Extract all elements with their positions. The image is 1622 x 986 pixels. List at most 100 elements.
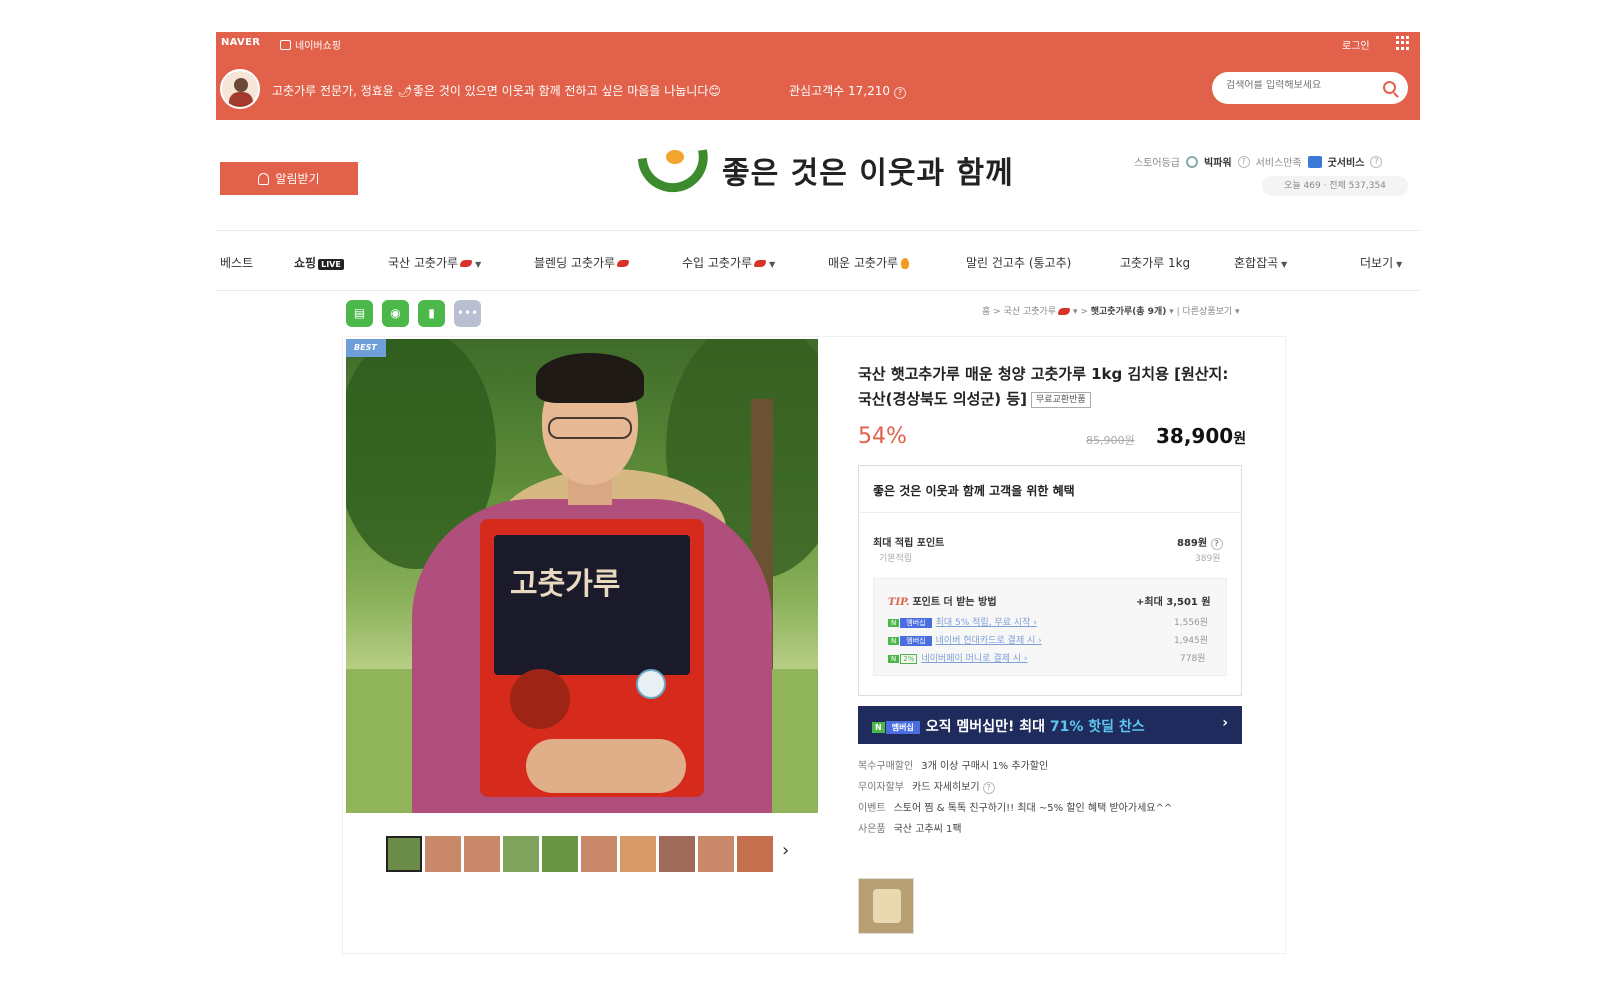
store-top-header: NAVER 네이버쇼핑 로그인 고춧가루 전문가, 정효윤 🌶좋은 것이 있으면…: [216, 32, 1420, 120]
nav-item-domestic[interactable]: 국산 고춧가루 ▼: [388, 254, 481, 271]
pepper-icon: [1058, 308, 1071, 315]
point-tip-box: TIP. 포인트 더 받는 방법 +최대 3,501 원 N 멤버십 최대 5% 적립…: [873, 578, 1227, 676]
tip-max-point: +최대 3,501 원: [1136, 597, 1211, 608]
bookmark-icon[interactable]: ▮: [418, 300, 445, 327]
basic-point-value: 389원: [1195, 554, 1221, 564]
extra-multi-discount: 복수구매할인 3개 이상 구매시 1% 추가할인: [858, 761, 1049, 772]
store-description: 고춧가루 전문가, 정효윤 🌶좋은 것이 있으면 이웃과 함께 전하고 싶은 마…: [272, 84, 721, 98]
membership-badge: 멤버십: [885, 720, 920, 734]
breadcrumb-subcategory[interactable]: 햇고춧가루(총 9개): [1091, 307, 1167, 317]
grade-label: 스토어등급: [1134, 158, 1180, 169]
login-link[interactable]: 로그인: [1342, 37, 1370, 52]
alarm-button-label: 알림받기: [275, 172, 320, 186]
more-icon[interactable]: •••: [454, 300, 481, 327]
thumbnail[interactable]: [659, 836, 695, 872]
product-main-image[interactable]: 고춧가루: [346, 339, 818, 813]
grade-badge-icon: [1186, 155, 1198, 168]
sale-price-value: 38,900: [1156, 424, 1234, 448]
bookmark-store-icon[interactable]: ◉: [382, 300, 409, 327]
follower-count-text: 관심고객수 17,210: [789, 84, 891, 98]
tip-link-membership[interactable]: N 멤버십 최대 5% 적립, 무료 시작 ›: [888, 615, 1037, 628]
max-point-value: 889원 ?: [1177, 534, 1223, 550]
nav-item-1kg[interactable]: 고춧가루 1kg: [1120, 254, 1190, 271]
sale-price-unit: 원: [1233, 431, 1247, 447]
brand-name: 좋은 것은 이웃과 함께: [722, 156, 1014, 191]
chevron-down-icon: ▼: [1281, 260, 1288, 269]
chevron-right-icon: ›: [1222, 715, 1228, 731]
tip-link-card[interactable]: N 멤버십 네이버 현대카드로 결제 시 ›: [888, 633, 1042, 646]
nav-item-more[interactable]: 더보기 ▼: [1360, 254, 1402, 271]
nav-item-blending[interactable]: 블렌딩 고춧가루: [534, 254, 630, 271]
membership-text: 오직 멤버십만! 최대: [925, 719, 1050, 735]
product-title: 국산 햇고추가루 매운 청양 고춧가루 1kg 김치용 [원산지:국산(경상북도…: [858, 362, 1238, 412]
thumbnail-strip: [386, 836, 773, 872]
thumbnail[interactable]: [425, 836, 461, 872]
extra-installment: 무이자할부 카드 자세히보기 ?: [858, 778, 995, 794]
chevron-down-icon: ▼: [769, 260, 776, 269]
category-nav: 베스트 쇼핑 LIVE 국산 고춧가루 ▼ 블렌딩 고춧가루 수입 고춧가루 ▼ 매운…: [216, 250, 1420, 280]
nav-item-best[interactable]: 베스트: [220, 254, 253, 271]
card-detail-link[interactable]: 카드 자세히보기: [912, 782, 980, 793]
store-grade: 스토어등급 빅파워 ? 서비스만족 굿서비스 ?: [1134, 154, 1383, 169]
thumbnail[interactable]: [581, 836, 617, 872]
tip-value: 1,556원: [1174, 618, 1209, 628]
benefit-box: 좋은 것은 이웃과 함께 고객을 위한 혜택 최대 적립 포인트 889원 ? …: [858, 465, 1242, 696]
thumbnail[interactable]: [464, 836, 500, 872]
chevron-right-icon[interactable]: ›: [782, 840, 789, 861]
live-badge: LIVE: [318, 259, 344, 270]
help-icon[interactable]: ?: [1210, 538, 1223, 550]
membership-banner[interactable]: N 멤버십 오직 멤버십만! 최대 71% 핫딜 찬스 ›: [858, 706, 1242, 744]
alarm-button[interactable]: 알림받기: [220, 162, 358, 195]
help-icon[interactable]: ?: [1237, 155, 1250, 168]
thumbnail[interactable]: [737, 836, 773, 872]
thumbnail[interactable]: [698, 836, 734, 872]
store-search[interactable]: [1212, 72, 1408, 104]
free-return-badge: 무료교환반품: [1031, 391, 1091, 408]
help-icon[interactable]: ?: [894, 87, 907, 99]
naver-logo[interactable]: NAVER: [221, 37, 260, 48]
nav-item-dried[interactable]: 말린 건고추 (통고추): [966, 254, 1071, 271]
help-icon[interactable]: ?: [1370, 155, 1383, 168]
divider: [216, 230, 1420, 231]
breadcrumb: 홈 > 국산 고춧가루 ▾ > 햇고춧가루(총 9개) ▾ | 다른상품보기 ▾: [982, 307, 1240, 317]
max-point-label: 최대 적립 포인트: [873, 538, 945, 549]
breadcrumb-category[interactable]: 국산 고춧가루: [1004, 307, 1057, 317]
store-brand[interactable]: 좋은 것은 이웃과 함께: [636, 148, 1014, 197]
thumbnail[interactable]: [386, 836, 422, 872]
help-icon[interactable]: ?: [982, 782, 995, 794]
search-input[interactable]: [1226, 80, 1376, 91]
tip-value: 1,945원: [1174, 636, 1209, 646]
search-icon[interactable]: [1383, 81, 1396, 94]
extra-event: 이벤트 스토어 찜 & 톡톡 친구하기!! 최대 ~5% 할인 혜택 받아가세요^…: [858, 803, 1173, 814]
thumbnail[interactable]: [503, 836, 539, 872]
breadcrumb-home[interactable]: 홈: [982, 307, 990, 317]
chevron-down-icon: ▼: [475, 260, 482, 269]
bell-icon: [258, 172, 270, 185]
tip-value: 778원: [1180, 654, 1206, 664]
gift-image[interactable]: [858, 878, 914, 934]
naver-shopping-label: 네이버쇼핑: [295, 41, 341, 52]
nav-item-imported[interactable]: 수입 고춧가루 ▼: [682, 254, 775, 271]
tip-link-npay-money[interactable]: N 2% 네이버페이 머니로 결제 시 ›: [888, 651, 1028, 664]
thumbnail[interactable]: [620, 836, 656, 872]
follower-count: 관심고객수 17,210?: [789, 82, 907, 99]
bag-label: 고춧가루: [510, 567, 621, 602]
nav-item-spicy[interactable]: 매운 고춧가루: [828, 254, 910, 271]
thumbnail[interactable]: [542, 836, 578, 872]
original-price: 85,900원: [1086, 434, 1135, 447]
tip-title: TIP. 포인트 더 받는 방법: [888, 597, 997, 608]
pepper-icon: [754, 260, 767, 267]
app-grid-icon[interactable]: [1396, 36, 1410, 50]
nav-item-shopping-live[interactable]: 쇼핑 LIVE: [294, 254, 344, 271]
extra-gift: 사은품 국산 고추씨 1팩: [858, 824, 962, 835]
talk-share-icon[interactable]: ▤: [346, 300, 373, 327]
nav-item-grains[interactable]: 혼합잡곡 ▼: [1234, 254, 1287, 271]
store-avatar[interactable]: [220, 69, 260, 109]
grade-value: 빅파워: [1204, 158, 1232, 169]
visit-count: 오늘 469 · 전체 537,354: [1262, 176, 1408, 196]
naver-shopping-link[interactable]: 네이버쇼핑: [280, 37, 341, 52]
other-products-link[interactable]: 다른상품보기: [1182, 307, 1232, 317]
service-value: 굿서비스: [1327, 158, 1365, 169]
sale-price: 38,900원: [1156, 424, 1246, 448]
pepper-icon: [460, 260, 473, 267]
